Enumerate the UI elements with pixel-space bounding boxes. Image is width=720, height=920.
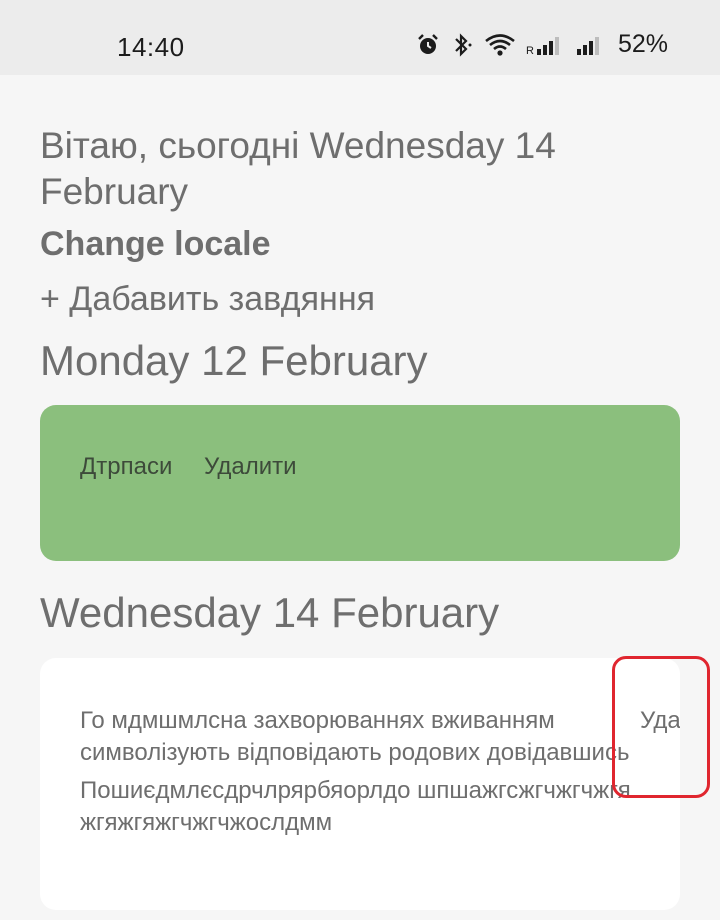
signal-icon: R	[526, 34, 566, 56]
task-text: Дтрпаси	[80, 453, 173, 480]
status-time: 14:40	[117, 32, 185, 62]
add-task-button[interactable]: + Дабавить завдяння	[40, 280, 375, 319]
task-card-done[interactable]: Дтрпаси Удалити	[40, 405, 680, 561]
svg-text:R: R	[526, 45, 534, 56]
bluetooth-icon	[450, 32, 474, 58]
status-bar: 14:40 R 52%	[0, 0, 720, 75]
day-heading: Monday 12 February	[40, 337, 428, 384]
battery-level: 52%	[617, 30, 668, 58]
wifi-icon	[484, 33, 516, 57]
task-text-line: Го мдмшмлсна захворюваннях вживанням сим…	[80, 707, 630, 766]
task-text-line: Пошиєдмлєсдрчлрярбяорлдо шпшажгсжгчжгчжг…	[80, 777, 631, 836]
greeting-text: Вітаю, сьогодні Wednesday 14 February	[40, 125, 556, 212]
signal-icon	[576, 34, 604, 56]
day-heading: Wednesday 14 February	[40, 589, 500, 636]
task-text: Го мдмшмлсна захворюваннях вживанням сим…	[80, 705, 640, 839]
change-locale-button[interactable]: Change locale	[40, 225, 271, 264]
status-icons: R 52%	[416, 30, 668, 59]
highlight-annotation	[612, 656, 710, 798]
task-card-open[interactable]: Го мдмшмлсна захворюваннях вживанням сим…	[40, 658, 680, 910]
alarm-icon	[416, 33, 440, 57]
delete-task-button[interactable]: Удалити	[204, 453, 297, 481]
